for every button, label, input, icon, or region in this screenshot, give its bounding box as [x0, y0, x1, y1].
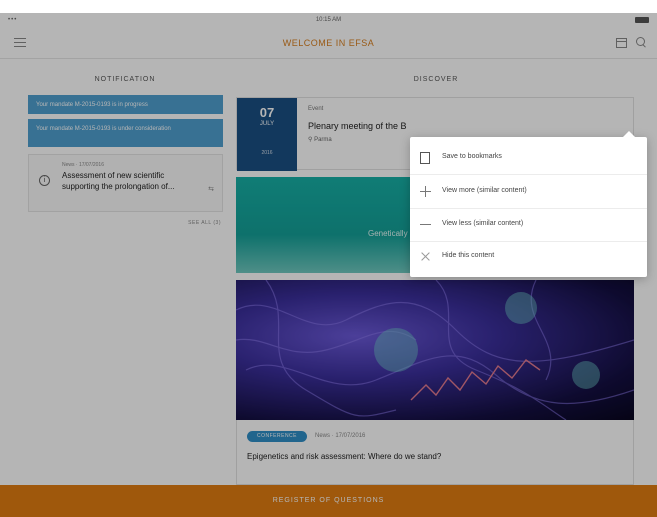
- minus-icon: [420, 224, 431, 225]
- menu-item-label: Save to bookmarks: [442, 153, 502, 160]
- menu-item-save-bookmark[interactable]: Save to bookmarks: [410, 141, 647, 175]
- close-icon: [420, 251, 431, 262]
- app-screen: ••• 10:15 AM WELCOME IN EFSA NOTIFICATIO…: [0, 13, 657, 517]
- menu-item-view-more[interactable]: View more (similar content): [410, 175, 647, 209]
- menu-item-view-less[interactable]: View less (similar content): [410, 208, 647, 242]
- register-of-questions-button[interactable]: REGISTER OF QUESTIONS: [0, 485, 657, 517]
- menu-item-label: View less (similar content): [442, 220, 524, 227]
- bottom-bar-overlay: [0, 485, 657, 517]
- menu-item-hide-content[interactable]: Hide this content: [410, 240, 647, 273]
- plus-icon: [420, 186, 431, 197]
- content-options-popover: Save to bookmarks View more (similar con…: [410, 131, 647, 277]
- menu-item-label: View more (similar content): [442, 187, 527, 194]
- menu-item-label: Hide this content: [442, 252, 495, 259]
- bookmark-icon: [420, 152, 430, 164]
